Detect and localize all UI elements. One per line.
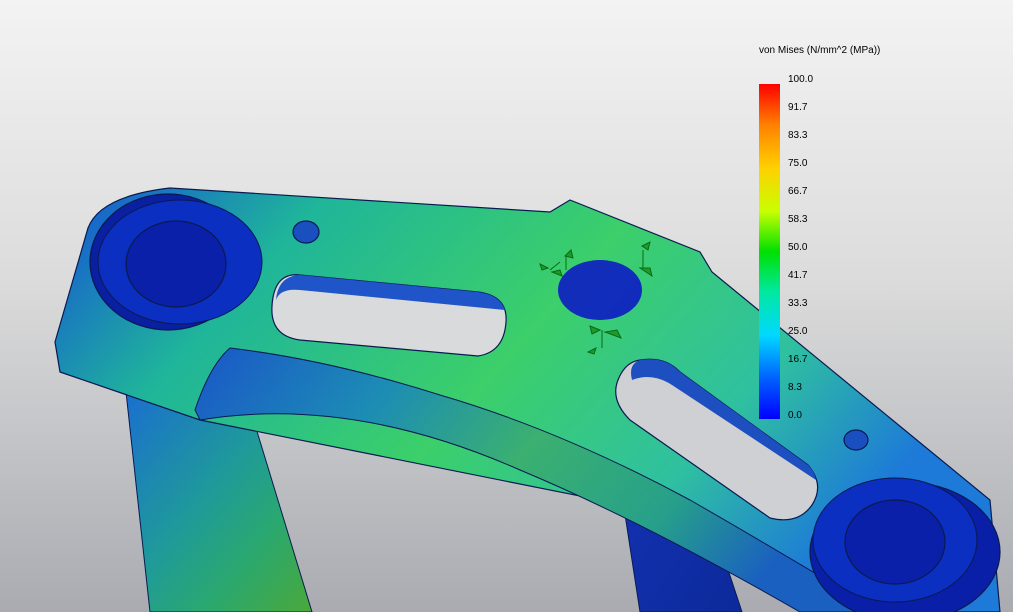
legend-tick-label: 58.3 (788, 214, 808, 225)
legend-tick-label: 91.7 (788, 102, 808, 113)
small-hole-right (843, 429, 869, 451)
legend-tick-label: 83.3 (788, 130, 808, 141)
small-hole-top (292, 220, 320, 244)
right-boss-hole (844, 499, 946, 585)
legend-tick-label: 0.0 (788, 410, 802, 421)
stress-colorbar (759, 84, 780, 419)
legend-tick-label: 75.0 (788, 158, 808, 169)
legend-tick-label: 33.3 (788, 298, 808, 309)
legend-tick-label: 41.7 (788, 270, 808, 281)
low-stress-region (558, 260, 642, 320)
legend-tick-label: 8.3 (788, 382, 802, 393)
legend-tick-label: 50.0 (788, 242, 808, 253)
legend-tick-label: 66.7 (788, 186, 808, 197)
legend-tick-label: 100.0 (788, 74, 814, 85)
legend-tick-label: 16.7 (788, 354, 808, 365)
legend-title: von Mises (N/mm^2 (MPa)) (759, 45, 881, 56)
model-viewport[interactable] (0, 0, 1013, 612)
legend-tick-label: 25.0 (788, 326, 808, 337)
left-boss-hole (125, 220, 227, 308)
